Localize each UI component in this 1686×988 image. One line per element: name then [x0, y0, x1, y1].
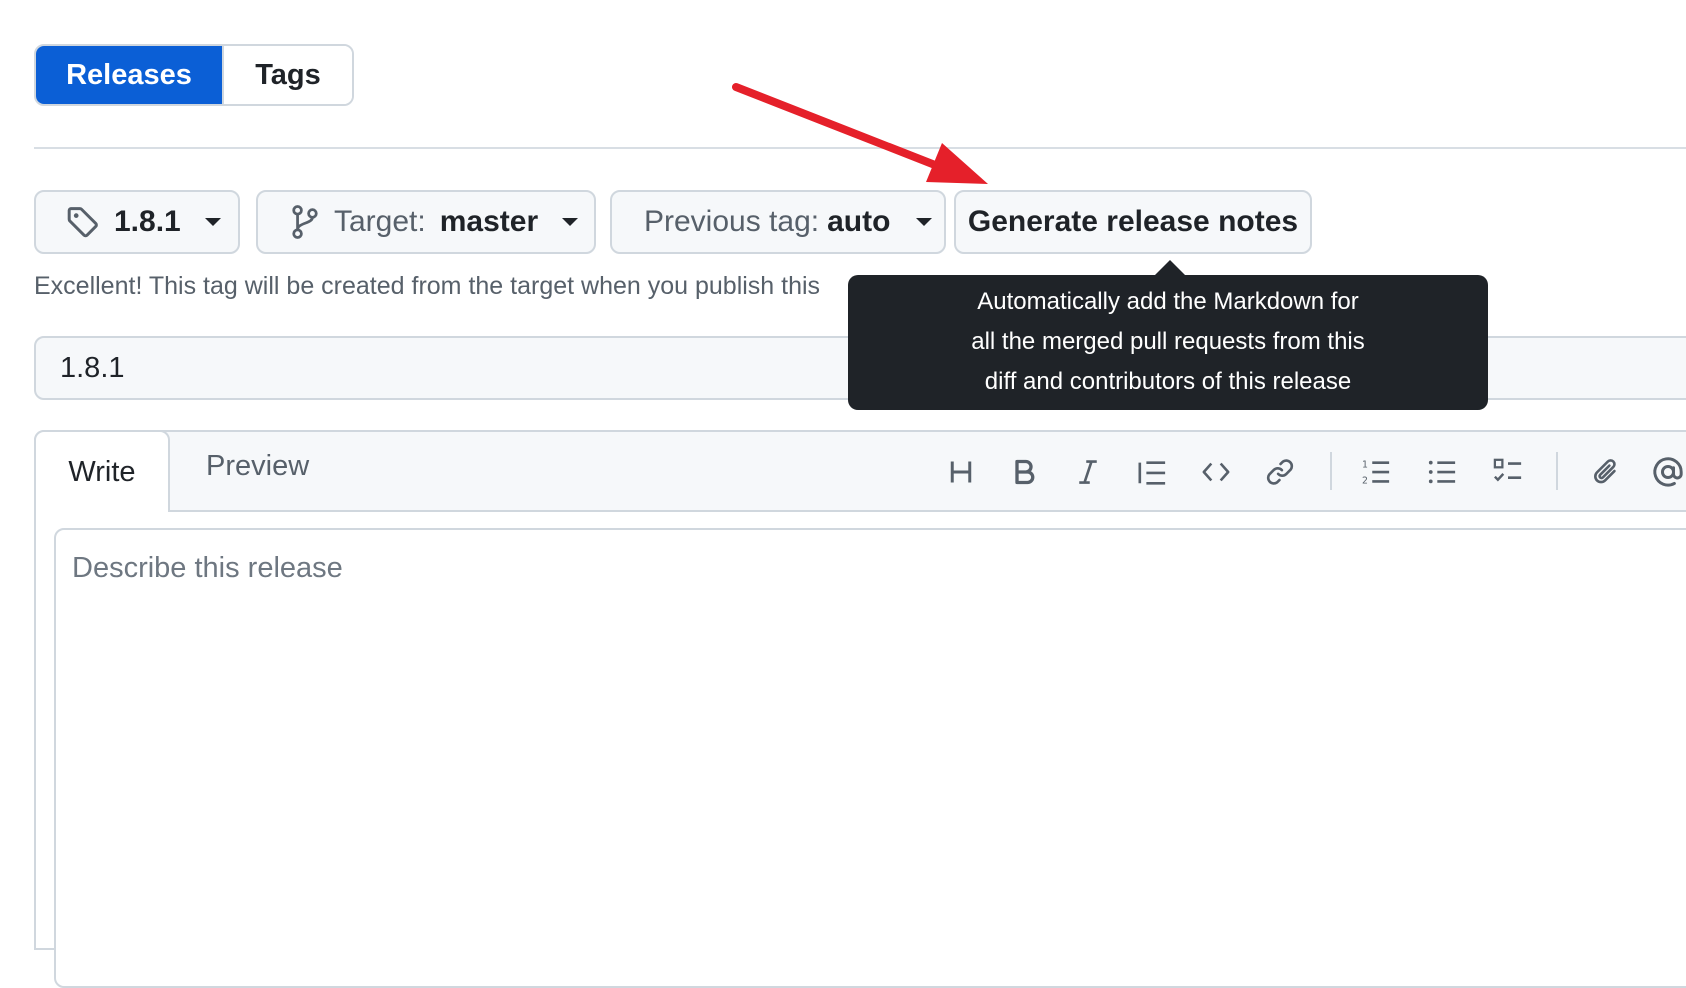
- annotation-arrow-icon: [732, 83, 988, 184]
